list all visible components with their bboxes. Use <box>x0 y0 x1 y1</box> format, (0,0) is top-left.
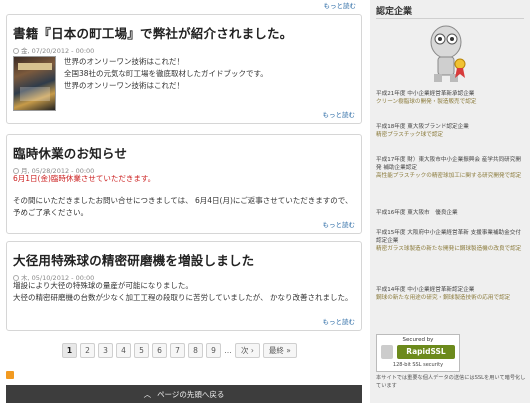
lock-icon <box>381 345 393 359</box>
post-alert-text: 6月1日(金)臨時休業させていただきます。 <box>13 174 156 183</box>
read-more-link[interactable]: もっと読む <box>323 219 356 229</box>
last-page-link[interactable]: 最終 » <box>262 343 297 358</box>
award-item: 平成14年度 中小企業経営革新認定企業 鋼球の新たな用途の研究・鋼球製造技術の応… <box>376 287 511 301</box>
post-card: 大径用特殊球の精密研磨機を増設しました 木, 05/10/2012 - 00:0… <box>6 241 362 331</box>
page-link[interactable]: 7 <box>170 343 185 358</box>
back-to-top-label: ページの先頭へ戻る <box>157 389 225 399</box>
award-item: 平成15年度 大阪府中小企業経営革新 支援事業補助金交付認定企業 精密ガラス球製… <box>376 230 522 252</box>
post-text-line: 世界のオンリーワン技術はこれだ！ <box>64 81 184 90</box>
mascot-icon <box>430 25 466 82</box>
post-text-line: その間にいただきましたお問い合せにつきましては、 6月4日(月)にご返事させてい… <box>13 196 353 217</box>
sidebar: 認定企業 平成21年度 中小企業経営革新承認企業 クリーン樹脂球の開発・製造販売… <box>370 0 530 403</box>
post-title[interactable]: 大径用特殊球の精密研磨機を増設しました <box>13 250 254 269</box>
read-more-link[interactable]: もっと読む <box>323 109 356 119</box>
post-text-line: 増設により大径の特殊球の量産が可能になりました。 <box>13 281 193 290</box>
page-link[interactable]: 3 <box>98 343 113 358</box>
divider <box>376 18 524 19</box>
page-link[interactable]: 6 <box>152 343 167 358</box>
next-page-link[interactable]: 次 › <box>235 343 260 358</box>
page-link-current[interactable]: 1 <box>62 343 77 358</box>
main-column: もっと読む 書籍『日本の町工場』で弊社が紹介されました。 金, 07/20/20… <box>6 0 362 403</box>
back-to-top-bar[interactable]: ︿ ページの先頭へ戻る <box>6 385 362 403</box>
ssl-note: 本サイトでは重要な個人データの送信にはSSLを用いて暗号化しています <box>376 375 526 389</box>
award-item: 平成16年度 東大阪市 優良企業 <box>376 210 458 216</box>
page-link[interactable]: 9 <box>206 343 221 358</box>
post-text-line: 大径の精密研磨機の台数が少なく加工工程の段取りに苦労していましたが、 かなり改善… <box>13 293 353 302</box>
rss-icon[interactable] <box>6 371 14 379</box>
page-link[interactable]: 4 <box>116 343 131 358</box>
ssl-seal[interactable]: Secured by RapidSSL 128-bit SSL security <box>376 334 460 372</box>
clock-icon <box>13 48 19 54</box>
page-link[interactable]: 5 <box>134 343 149 358</box>
chevron-up-icon: ︿ <box>143 389 152 399</box>
post-card: 書籍『日本の町工場』で弊社が紹介されました。 金, 07/20/2012 - 0… <box>6 14 362 124</box>
post-date: 金, 07/20/2012 - 00:00 <box>21 47 95 55</box>
read-more-link-prev[interactable]: もっと読む <box>324 0 357 10</box>
pager-ellipsis: … <box>224 346 232 355</box>
sidebar-title: 認定企業 <box>376 7 413 17</box>
post-text-line: 世界のオンリーワン技術はこれだ！ <box>64 57 184 66</box>
award-item: 平成21年度 中小企業経営革新承認企業 クリーン樹脂球の開発・製造販売で認定 <box>376 91 477 105</box>
book-cover-image[interactable] <box>13 56 56 111</box>
post-text-line: 全国38社の元気な町工場を徹底取材したガイドブックです。 <box>64 69 268 78</box>
pagination: 1 2 3 4 5 6 7 8 9 … 次 › 最終 » <box>62 343 297 359</box>
page-link[interactable]: 2 <box>80 343 95 358</box>
page-link[interactable]: 8 <box>188 343 203 358</box>
post-title[interactable]: 臨時休業のお知らせ <box>13 143 127 162</box>
award-item: 平成17年度 財）東大阪市中小企業振興会 産学共同研究開発 補助企業認定 高性能… <box>376 157 522 179</box>
read-more-link[interactable]: もっと読む <box>323 316 356 326</box>
post-card: 臨時休業のお知らせ 月, 05/28/2012 - 00:00 6月1日(金)臨… <box>6 134 362 234</box>
post-title[interactable]: 書籍『日本の町工場』で弊社が紹介されました。 <box>13 23 292 42</box>
award-item: 平成18年度 東大阪ブランド認定企業 精密プラスチック球で認定 <box>376 124 469 138</box>
